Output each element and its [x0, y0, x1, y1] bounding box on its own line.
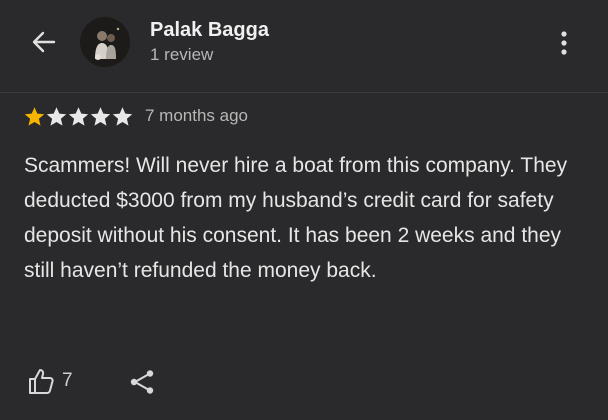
share-icon: [130, 370, 154, 394]
star-icon: [68, 106, 89, 126]
star-icon: [90, 106, 111, 126]
more-options-button[interactable]: [555, 30, 573, 56]
star-icon: [112, 106, 133, 126]
like-count: 7: [62, 370, 73, 391]
rating-row: 7 months ago: [24, 103, 248, 129]
header-divider: [0, 92, 608, 93]
star-icon: [46, 106, 67, 126]
review-text: Scammers! Will never hire a boat from th…: [24, 154, 568, 282]
thumbs-up-icon: [29, 369, 54, 394]
like-button[interactable]: 7: [26, 366, 73, 396]
star-icon: [24, 106, 45, 126]
avatar-photo: [80, 17, 130, 67]
reviewer-name[interactable]: Palak Bagga: [150, 19, 269, 42]
back-button[interactable]: [30, 28, 58, 56]
back-arrow-icon: [32, 31, 56, 53]
more-vert-icon: [561, 31, 567, 55]
avatar[interactable]: [80, 17, 130, 67]
star-rating: [24, 106, 133, 127]
review-header: Palak Bagga 1 review: [0, 0, 608, 90]
reviewer-review-count: 1 review: [150, 45, 214, 64]
review-time: 7 months ago: [145, 106, 249, 125]
share-button[interactable]: [128, 368, 156, 396]
